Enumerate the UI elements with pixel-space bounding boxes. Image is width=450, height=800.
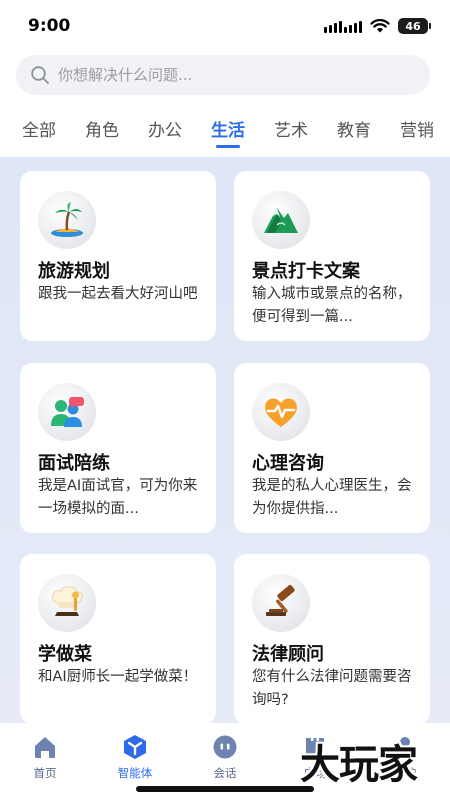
agent-card-counseling[interactable]: 心理咨询 我是的私人心理医生，会为你提供指... [234,363,430,533]
nav-label: 首页 [33,766,57,780]
search-input[interactable] [58,66,398,84]
tab-office[interactable]: 办公 [148,108,182,152]
chat-people-icon [38,383,96,441]
tab-all[interactable]: 全部 [22,108,56,152]
tab-art[interactable]: 艺术 [274,108,308,152]
tab-marketing[interactable]: 营销 [400,108,434,152]
status-time: 9:00 [28,16,71,36]
card-title: 法律顾问 [252,644,324,665]
status-indicators: 46 [324,18,431,34]
category-tabs: 全部 角色 办公 生活 艺术 教育 营销 [0,108,450,152]
home-icon [31,733,59,761]
card-description: 您有什么法律问题需要咨询吗? [252,669,412,708]
card-title: 面试陪练 [38,453,110,474]
mountain-icon [252,191,310,249]
battery-icon: 46 [398,18,431,34]
card-description: 我是的私人心理医生，会为你提供指... [252,478,412,517]
agent-card-interview[interactable]: 面试陪练 我是AI面试官，可为你来一场模拟的面... [20,363,216,533]
palm-island-icon [38,191,96,249]
card-title: 学做菜 [38,644,92,665]
agent-card-legal[interactable]: 法律顾问 您有什么法律问题需要咨询吗? [234,554,430,723]
tab-life[interactable]: 生活 [211,108,245,152]
tab-role[interactable]: 角色 [85,108,119,152]
card-title: 旅游规划 [38,261,110,282]
wifi-icon [370,19,390,33]
active-tab-indicator [216,145,240,148]
card-title: 景点打卡文案 [252,261,360,282]
heart-pulse-icon [252,383,310,441]
chef-hat-icon [38,574,96,632]
agent-card-travel[interactable]: 旅游规划 跟我一起去看大好河山吧 [20,171,216,341]
home-indicator [136,786,314,792]
card-title: 心理咨询 [252,453,324,474]
agent-card-cooking[interactable]: 学做菜 和AI厨师长一起学做菜！ [20,554,216,723]
chat-bubble-icon [211,733,239,761]
card-description: 跟我一起去看大好河山吧 [38,286,198,302]
search-bar[interactable] [16,55,430,95]
nav-home[interactable]: 首页 [5,733,85,800]
search-icon [31,66,49,84]
watermark: 大玩家 [300,741,418,788]
gavel-icon [252,574,310,632]
agent-card-grid: 旅游规划 跟我一起去看大好河山吧 景点打卡文案 输入城市或景点的名称，便可得到一… [0,157,450,723]
nav-label: 智能体 [117,766,153,780]
agent-card-scenic-copy[interactable]: 景点打卡文案 输入城市或景点的名称，便可得到一篇... [234,171,430,341]
card-description: 我是AI面试官，可为你来一场模拟的面... [38,478,198,517]
agent-cube-icon [121,733,149,761]
signal-icon [324,19,362,33]
card-description: 和AI厨师长一起学做菜！ [38,669,198,685]
tab-education[interactable]: 教育 [337,108,371,152]
status-bar: 9:00 46 [0,0,450,52]
card-description: 输入城市或景点的名称，便可得到一篇... [252,286,412,325]
nav-label: 会话 [213,766,237,780]
